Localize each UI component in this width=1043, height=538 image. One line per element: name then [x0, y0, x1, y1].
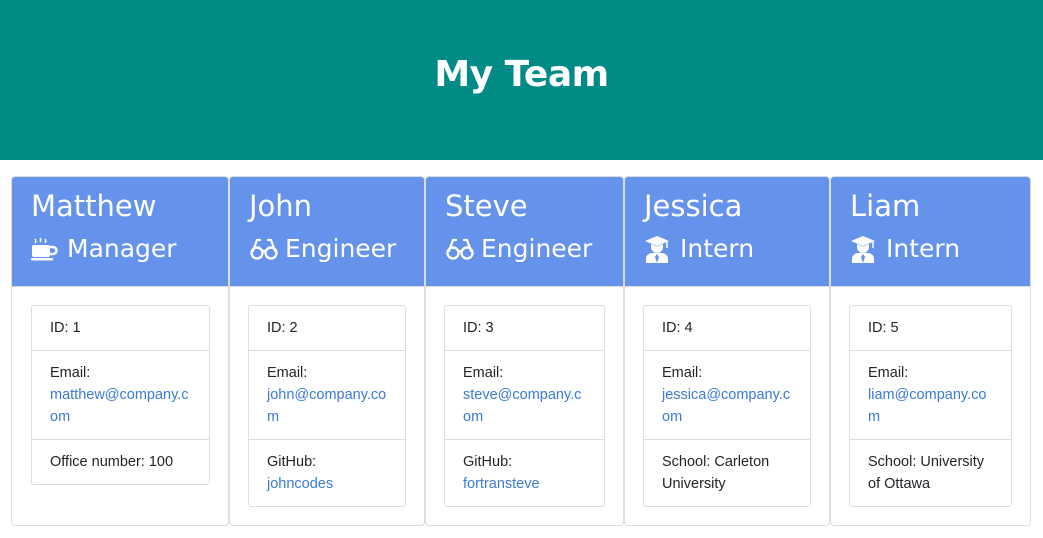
card-header: John Engineer	[230, 177, 424, 287]
employee-id: ID: 4	[644, 306, 810, 351]
glasses-icon	[249, 235, 279, 263]
employee-details: ID: 4 Email: jessica@company.com School:…	[643, 305, 811, 507]
employee-role: Manager	[31, 229, 228, 269]
mug-icon	[31, 235, 61, 263]
employee-id: ID: 5	[850, 306, 1011, 351]
email-label: Email:	[463, 365, 504, 381]
employee-id: ID: 3	[445, 306, 604, 351]
employee-email-row: Email: steve@company.com	[445, 351, 604, 440]
role-label: Intern	[680, 234, 755, 263]
employee-role: Intern	[644, 229, 829, 269]
card-header: Steve Engineer	[426, 177, 623, 287]
employee-name: Steve	[445, 189, 528, 223]
employee-details: ID: 5 Email: liam@company.com School: Un…	[849, 305, 1012, 507]
email-label: Email:	[868, 365, 909, 381]
employee-email-row: Email: jessica@company.com	[644, 351, 810, 440]
glasses-icon	[445, 235, 475, 263]
employee-role: Engineer	[249, 229, 424, 269]
github-link[interactable]: fortransteve	[463, 473, 586, 495]
card-header: Matthew Manager	[12, 177, 228, 287]
school: School: Carleton University	[662, 454, 770, 492]
email-label: Email:	[267, 365, 308, 381]
employee-id: ID: 2	[249, 306, 405, 351]
graduate-icon	[644, 235, 674, 263]
employee-card-jessica: Jessica Intern ID: 4 Email: jessica@comp…	[624, 176, 830, 526]
employee-email-row: Email: matthew@company.com	[32, 351, 209, 440]
header-banner: My Team	[0, 0, 1043, 160]
employee-name: Jessica	[644, 189, 743, 223]
employee-role: Engineer	[445, 229, 623, 269]
role-label: Intern	[886, 234, 961, 263]
github-link[interactable]: johncodes	[267, 473, 387, 495]
github-label: GitHub:	[463, 454, 513, 470]
employee-name: John	[249, 189, 313, 223]
employee-id: ID: 1	[32, 306, 209, 351]
email-label: Email:	[662, 365, 703, 381]
employee-details: ID: 3 Email: steve@company.com GitHub: f…	[444, 305, 605, 507]
github-row: GitHub: fortransteve	[445, 440, 604, 506]
email-link[interactable]: john@company.com	[267, 384, 387, 428]
employee-card-matthew: Matthew Manager ID: 1 Email: matthew@com…	[11, 176, 229, 526]
employee-email-row: Email: john@company.com	[249, 351, 405, 440]
employee-details: ID: 1 Email: matthew@company.com Office …	[31, 305, 210, 485]
github-label: GitHub:	[267, 454, 317, 470]
employee-card-liam: Liam Intern ID: 5 Email: liam@company.co…	[830, 176, 1031, 526]
employee-card-john: John Engineer ID: 2 Email: john@company.…	[229, 176, 425, 526]
employee-role: Intern	[850, 229, 1030, 269]
role-label: Manager	[67, 234, 177, 263]
card-header: Jessica Intern	[625, 177, 829, 287]
email-link[interactable]: liam@company.com	[868, 384, 993, 428]
school: School: University of Ottawa	[868, 454, 985, 492]
page-title: My Team	[434, 53, 609, 95]
github-row: GitHub: johncodes	[249, 440, 405, 506]
role-label: Engineer	[285, 234, 397, 263]
email-link[interactable]: steve@company.com	[463, 384, 586, 428]
office-number: Office number: 100	[50, 454, 174, 470]
employee-email-row: Email: liam@company.com	[850, 351, 1011, 440]
email-link[interactable]: jessica@company.com	[662, 384, 792, 428]
email-link[interactable]: matthew@company.com	[50, 384, 191, 428]
employee-name: Liam	[850, 189, 921, 223]
email-label: Email:	[50, 365, 91, 381]
employee-name: Matthew	[31, 189, 157, 223]
graduate-icon	[850, 235, 880, 263]
employee-card-steve: Steve Engineer ID: 3 Email: steve@compan…	[425, 176, 624, 526]
employee-details: ID: 2 Email: john@company.com GitHub: jo…	[248, 305, 406, 507]
card-header: Liam Intern	[831, 177, 1030, 287]
role-label: Engineer	[481, 234, 593, 263]
